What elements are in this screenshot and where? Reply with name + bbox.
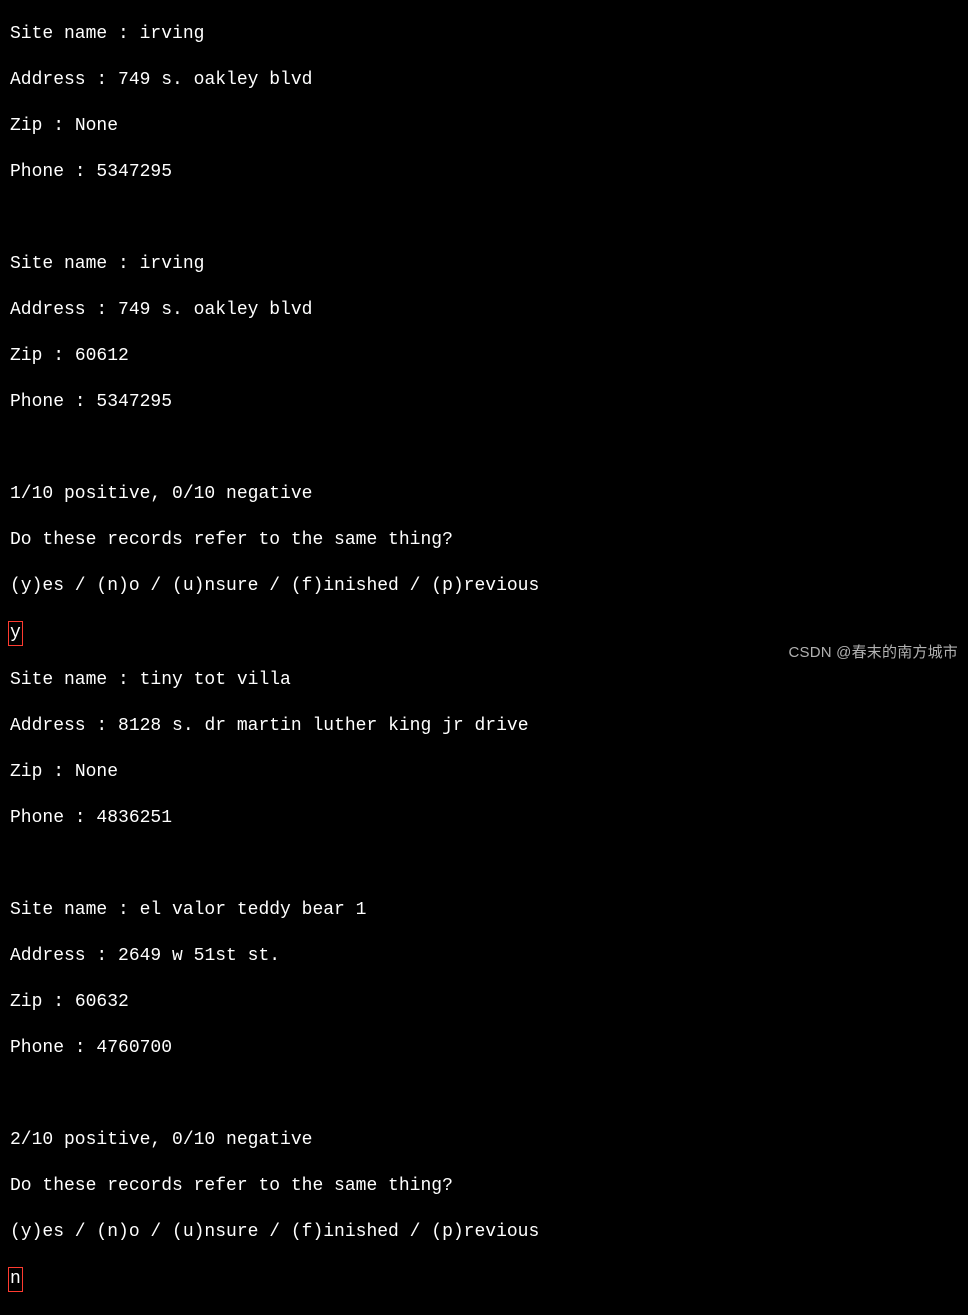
record-line: Site name : irving: [10, 253, 958, 276]
address-label: Address :: [10, 716, 118, 736]
record-line: Site name : el valor teddy bear 1: [10, 899, 958, 922]
phone-label: Phone :: [10, 162, 96, 182]
address-value: 749 s. oakley blvd: [118, 300, 312, 320]
zip-label: Zip :: [10, 346, 75, 366]
phone-label: Phone :: [10, 1038, 96, 1058]
watermark-text: CSDN @春末的南方城市: [789, 641, 959, 664]
address-value: 749 s. oakley blvd: [118, 70, 312, 90]
site-name-value: irving: [140, 254, 205, 274]
user-response: y: [8, 621, 23, 646]
zip-value: None: [75, 116, 118, 136]
status-line: 2/10 positive, 0/10 negative: [10, 1129, 958, 1152]
site-name-label: Site name :: [10, 24, 140, 44]
response-line: n: [10, 1267, 958, 1292]
record-line: Address : 2649 w 51st st.: [10, 945, 958, 968]
status-line: 1/10 positive, 0/10 negative: [10, 483, 958, 506]
record-line: Phone : 4836251: [10, 807, 958, 830]
record-line: Phone : 5347295: [10, 161, 958, 184]
options-line: (y)es / (n)o / (u)nsure / (f)inished / (…: [10, 575, 958, 598]
blank-line: [10, 853, 958, 876]
record-line: Phone : 5347295: [10, 391, 958, 414]
site-name-value: tiny tot villa: [140, 670, 291, 690]
address-label: Address :: [10, 946, 118, 966]
record-line: Zip : None: [10, 761, 958, 784]
zip-value: 60632: [75, 992, 129, 1012]
address-value: 2649 w 51st st.: [118, 946, 280, 966]
blank-line: [10, 437, 958, 460]
record-line: Address : 749 s. oakley blvd: [10, 69, 958, 92]
record-line: Zip : 60632: [10, 991, 958, 1014]
phone-label: Phone :: [10, 808, 96, 828]
blank-line: [10, 207, 958, 230]
options-line: (y)es / (n)o / (u)nsure / (f)inished / (…: [10, 1221, 958, 1244]
zip-label: Zip :: [10, 116, 75, 136]
zip-value: None: [75, 762, 118, 782]
record-line: Zip : 60612: [10, 345, 958, 368]
zip-label: Zip :: [10, 762, 75, 782]
record-line: Address : 749 s. oakley blvd: [10, 299, 958, 322]
phone-value: 4760700: [96, 1038, 172, 1058]
address-value: 8128 s. dr martin luther king jr drive: [118, 716, 528, 736]
site-name-label: Site name :: [10, 670, 140, 690]
record-line: Site name : irving: [10, 23, 958, 46]
record-line: Site name : tiny tot villa: [10, 669, 958, 692]
address-label: Address :: [10, 70, 118, 90]
record-line: Phone : 4760700: [10, 1037, 958, 1060]
phone-value: 4836251: [96, 808, 172, 828]
question-line: Do these records refer to the same thing…: [10, 529, 958, 552]
question-line: Do these records refer to the same thing…: [10, 1175, 958, 1198]
address-label: Address :: [10, 300, 118, 320]
site-name-label: Site name :: [10, 900, 140, 920]
site-name-value: el valor teddy bear 1: [140, 900, 367, 920]
site-name-value: irving: [140, 24, 205, 44]
phone-value: 5347295: [96, 392, 172, 412]
zip-value: 60612: [75, 346, 129, 366]
record-line: Zip : None: [10, 115, 958, 138]
phone-value: 5347295: [96, 162, 172, 182]
record-line: Address : 8128 s. dr martin luther king …: [10, 715, 958, 738]
blank-line: [10, 1083, 958, 1106]
site-name-label: Site name :: [10, 254, 140, 274]
phone-label: Phone :: [10, 392, 96, 412]
user-response: n: [8, 1267, 23, 1292]
zip-label: Zip :: [10, 992, 75, 1012]
